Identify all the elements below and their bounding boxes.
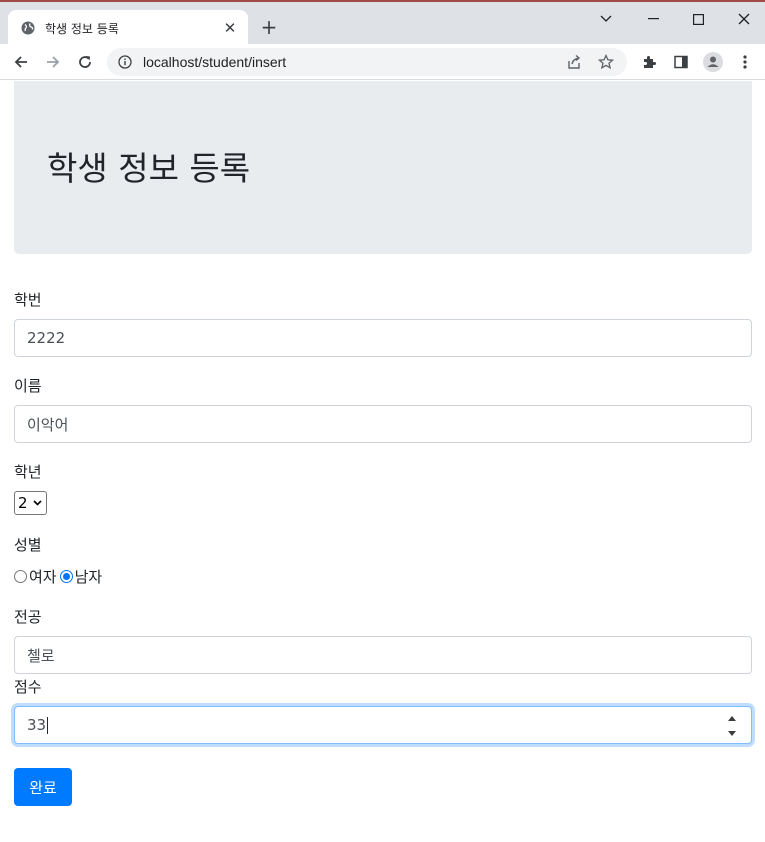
grade-selected-value: 2 (18, 494, 28, 512)
page-content: 학생 정보 등록 학번 2222 이름 이악어 학년 2 성별 여자 남자 전공… (0, 81, 765, 842)
major-label: 전공 (14, 608, 42, 626)
profile-avatar-icon[interactable] (701, 50, 725, 74)
url-text: localhost/student/insert (143, 54, 287, 70)
extensions-puzzle-icon[interactable] (637, 50, 661, 74)
reload-icon[interactable] (73, 50, 97, 74)
browser-tab-strip: 학생 정보 등록 ✕ + (0, 0, 765, 46)
maximize-button[interactable] (685, 8, 711, 30)
bookmark-star-icon[interactable] (595, 51, 617, 73)
score-input[interactable]: 33 (14, 706, 752, 744)
score-label: 점수 (14, 678, 42, 696)
spin-down-icon[interactable] (728, 731, 736, 736)
submit-button[interactable]: 완료 (14, 768, 72, 806)
gender-radio-group: 여자 남자 (14, 566, 105, 587)
student-id-value: 2222 (27, 329, 66, 347)
gender-female-label: 여자 (29, 568, 57, 586)
text-caret (47, 716, 49, 734)
grade-label: 학년 (14, 463, 42, 481)
student-id-input[interactable]: 2222 (14, 319, 752, 357)
globe-icon (20, 20, 36, 36)
gender-male-label: 남자 (74, 568, 103, 586)
tab-title: 학생 정보 등록 (45, 21, 119, 36)
more-menu-icon[interactable] (733, 50, 757, 74)
name-label: 이름 (14, 377, 42, 395)
gender-male-radio[interactable] (59, 570, 73, 583)
side-panel-icon[interactable] (669, 50, 693, 74)
site-info-icon[interactable] (117, 54, 133, 70)
major-input[interactable]: 첼로 (14, 636, 752, 674)
close-tab-icon[interactable]: ✕ (222, 19, 238, 37)
new-tab-button[interactable]: + (258, 16, 280, 38)
browser-toolbar: localhost/student/insert (0, 44, 765, 80)
gender-label: 성별 (14, 536, 42, 554)
name-value: 이악어 (27, 415, 69, 434)
spin-up-icon[interactable] (728, 716, 736, 721)
forward-arrow-icon[interactable] (41, 50, 65, 74)
close-window-button[interactable] (731, 8, 757, 30)
chevron-down-icon (33, 500, 42, 506)
share-icon[interactable] (563, 51, 585, 73)
tab-search-chevron-icon[interactable] (593, 8, 619, 30)
address-bar[interactable]: localhost/student/insert (107, 48, 627, 76)
browser-tab[interactable]: 학생 정보 등록 ✕ (8, 10, 248, 46)
major-value: 첼로 (27, 646, 55, 665)
gender-female-radio[interactable] (14, 570, 27, 583)
minimize-button[interactable] (640, 8, 666, 30)
back-arrow-icon[interactable] (9, 50, 33, 74)
student-id-label: 학번 (14, 291, 42, 309)
score-value: 33 (27, 716, 47, 734)
jumbotron: 학생 정보 등록 (14, 81, 752, 254)
grade-select[interactable]: 2 (14, 491, 47, 515)
page-title: 학생 정보 등록 (47, 149, 251, 188)
name-input[interactable]: 이악어 (14, 405, 752, 443)
number-spinner[interactable] (725, 716, 739, 736)
